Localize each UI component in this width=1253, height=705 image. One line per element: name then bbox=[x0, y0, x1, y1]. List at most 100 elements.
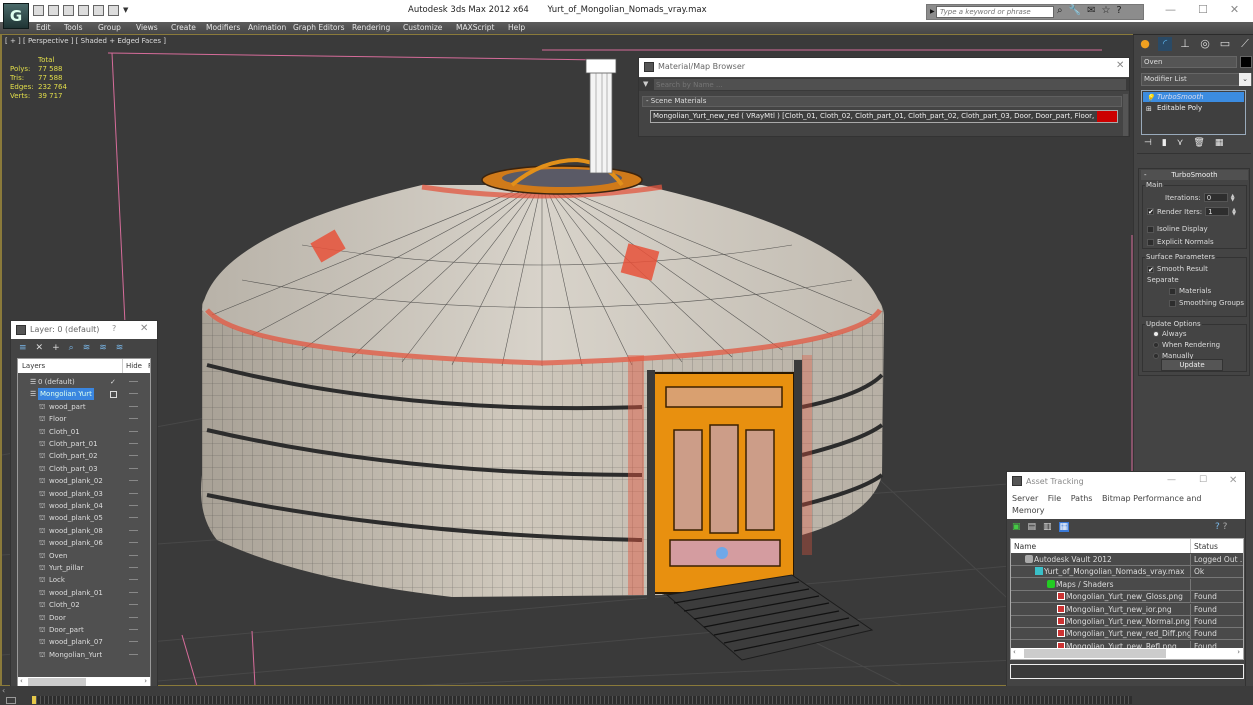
hide-toggle[interactable] bbox=[129, 430, 138, 432]
column-status[interactable]: Status bbox=[1194, 542, 1218, 551]
mini-curve-editor-icon[interactable] bbox=[6, 697, 16, 704]
close-icon[interactable]: ✕ bbox=[1116, 60, 1124, 71]
viewport-label[interactable]: [ + ] [ Perspective ] [ Shaded + Edged F… bbox=[5, 37, 166, 45]
hide-toggle[interactable] bbox=[129, 467, 138, 469]
menu-paths[interactable]: Paths bbox=[1071, 494, 1093, 503]
render-iters-checkbox[interactable]: ✔ bbox=[1147, 208, 1154, 216]
layer-object-row[interactable]: ⛫ Mongolian_Yurt bbox=[18, 649, 150, 661]
vertical-scrollbar[interactable] bbox=[1123, 94, 1128, 136]
time-slider-handle[interactable] bbox=[32, 696, 36, 704]
modifier-list-dropdown[interactable]: Modifier List ⌄ bbox=[1141, 73, 1252, 86]
hold-icon[interactable] bbox=[93, 5, 104, 16]
hide-toggle[interactable] bbox=[129, 591, 138, 593]
undo-icon[interactable] bbox=[63, 5, 74, 16]
menu-tools[interactable]: Tools bbox=[64, 23, 82, 32]
hide-toggle[interactable] bbox=[129, 604, 138, 606]
open-file-icon[interactable] bbox=[33, 5, 44, 16]
pin-stack-icon[interactable]: ⊣ bbox=[1144, 138, 1152, 148]
hierarchy-tab-icon[interactable]: ⊥ bbox=[1178, 37, 1192, 51]
menu-bitmap-performance[interactable]: Bitmap Performance and Memory bbox=[1012, 494, 1201, 515]
hide-toggle[interactable] bbox=[129, 641, 138, 643]
object-name-field[interactable] bbox=[1141, 56, 1237, 68]
always-radio[interactable] bbox=[1153, 331, 1159, 337]
manually-radio[interactable] bbox=[1153, 353, 1159, 359]
maximize-button[interactable]: ☐ bbox=[1199, 475, 1207, 485]
highlight-layer-icon[interactable]: ≋ bbox=[83, 343, 91, 353]
hide-all-layers-icon[interactable]: ≋ bbox=[99, 343, 107, 353]
set-active-layer-box[interactable] bbox=[110, 391, 117, 399]
layer-object-row[interactable]: ⛫ wood_part bbox=[18, 401, 150, 413]
menu-file[interactable]: File bbox=[1048, 494, 1061, 503]
column-hide[interactable]: Hide bbox=[126, 362, 142, 370]
display-tab-icon[interactable]: ▭ bbox=[1218, 37, 1232, 51]
asset-row[interactable]: Autodesk Vault 2012 Logged Out ... bbox=[1011, 554, 1243, 566]
minimize-button[interactable]: — bbox=[1167, 475, 1176, 485]
iterations-input[interactable] bbox=[1203, 193, 1228, 202]
table-view-icon[interactable]: ▦ bbox=[1058, 522, 1070, 532]
menu-animation[interactable]: Animation bbox=[248, 23, 286, 32]
layer-object-row[interactable]: ⛫ wood_plank_04 bbox=[18, 500, 150, 512]
layer-object-row[interactable]: ⛫ wood_plank_01 bbox=[18, 587, 150, 599]
hide-toggle[interactable] bbox=[129, 629, 138, 630]
qat-dropdown-icon[interactable]: ▼ bbox=[123, 5, 130, 16]
layer-object-row[interactable]: ⛫ Oven bbox=[18, 550, 150, 562]
asset-row[interactable]: Mongolian_Yurt_new_ior.png Found bbox=[1011, 603, 1243, 616]
detail-view-icon[interactable]: ▥ bbox=[1043, 522, 1052, 532]
scroll-thumb[interactable] bbox=[1024, 649, 1166, 658]
save-file-icon[interactable] bbox=[48, 5, 59, 16]
hide-toggle[interactable] bbox=[129, 554, 138, 556]
isoline-display-checkbox[interactable] bbox=[1147, 225, 1154, 233]
asset-row[interactable]: Mongolian_Yurt_new_red_Diff.png Found bbox=[1011, 628, 1243, 641]
column-freeze[interactable]: F bbox=[148, 362, 150, 370]
add-to-layer-icon[interactable]: + bbox=[52, 343, 60, 353]
layer-object-row[interactable]: ⛫ wood_plank_07 bbox=[18, 636, 150, 648]
keyword-search-input[interactable] bbox=[936, 6, 1054, 18]
asset-path-field[interactable] bbox=[1010, 664, 1244, 679]
show-end-result-icon[interactable]: ▮ bbox=[1162, 138, 1167, 148]
layer-object-row[interactable]: ⛫ Cloth_part_02 bbox=[18, 450, 150, 462]
layer-object-row[interactable]: ⛫ Door_part bbox=[18, 624, 150, 636]
hide-toggle[interactable] bbox=[129, 405, 138, 407]
menu-edit[interactable]: Edit bbox=[36, 23, 51, 32]
hide-toggle[interactable] bbox=[129, 653, 138, 655]
expand-plus-icon[interactable]: ⊞ bbox=[1146, 104, 1152, 114]
utilities-tab-icon[interactable]: ⟋ bbox=[1238, 37, 1252, 51]
hide-toggle[interactable] bbox=[129, 529, 138, 531]
fetch-icon[interactable] bbox=[108, 5, 119, 16]
layer-object-row[interactable]: ⛫ wood_plank_08 bbox=[18, 525, 150, 537]
help-icon[interactable]: ? bbox=[1116, 5, 1121, 16]
communication-icon[interactable]: ✉ bbox=[1087, 5, 1095, 16]
menu-help[interactable]: Help bbox=[508, 23, 525, 32]
minimize-button[interactable]: — bbox=[1165, 3, 1176, 16]
hide-toggle[interactable] bbox=[129, 480, 138, 482]
menu-server[interactable]: Server bbox=[1012, 494, 1038, 503]
refresh-icon[interactable]: ▣ bbox=[1012, 522, 1021, 532]
spinner-arrows-icon[interactable]: ▲ ▼ bbox=[1232, 207, 1236, 216]
layer-object-row[interactable]: ⛫ Floor bbox=[18, 413, 150, 425]
when-rendering-radio[interactable] bbox=[1153, 342, 1159, 348]
hide-toggle[interactable] bbox=[129, 517, 138, 519]
hide-toggle[interactable] bbox=[129, 579, 138, 581]
spinner-arrows-icon[interactable]: ▲ ▼ bbox=[1231, 193, 1235, 202]
layer-object-row[interactable]: ⛫ Lock bbox=[18, 574, 150, 586]
modify-tab-icon[interactable]: ◜ bbox=[1158, 37, 1172, 51]
create-tab-icon[interactable]: ● bbox=[1138, 37, 1152, 51]
context-help-icon[interactable]: ? bbox=[1223, 522, 1228, 532]
list-view-icon[interactable]: ▤ bbox=[1028, 522, 1037, 532]
menu-create[interactable]: Create bbox=[171, 23, 196, 32]
update-button[interactable]: Update bbox=[1161, 359, 1223, 371]
scroll-right-icon[interactable]: › bbox=[144, 677, 147, 685]
hide-toggle[interactable] bbox=[129, 505, 138, 506]
maximize-button[interactable]: ☐ bbox=[1198, 3, 1208, 16]
layer-object-row[interactable]: ⛫ wood_plank_06 bbox=[18, 537, 150, 549]
scroll-left-icon[interactable]: ‹ bbox=[1013, 648, 1016, 656]
favorites-star-icon[interactable]: ☆ bbox=[1101, 5, 1110, 16]
column-layers[interactable]: Layers bbox=[22, 362, 45, 370]
asset-row[interactable]: Mongolian_Yurt_new_Normal.png Found bbox=[1011, 616, 1243, 628]
redo-icon[interactable] bbox=[78, 5, 89, 16]
configure-modifier-sets-icon[interactable]: ▦ bbox=[1215, 138, 1224, 148]
layer-object-row[interactable]: ⛫ Cloth_part_01 bbox=[18, 438, 150, 450]
menu-customize[interactable]: Customize bbox=[403, 23, 442, 32]
layer-panel-titlebar[interactable]: Layer: 0 (default) ? ✕ bbox=[11, 321, 157, 339]
hide-toggle[interactable] bbox=[129, 381, 138, 382]
